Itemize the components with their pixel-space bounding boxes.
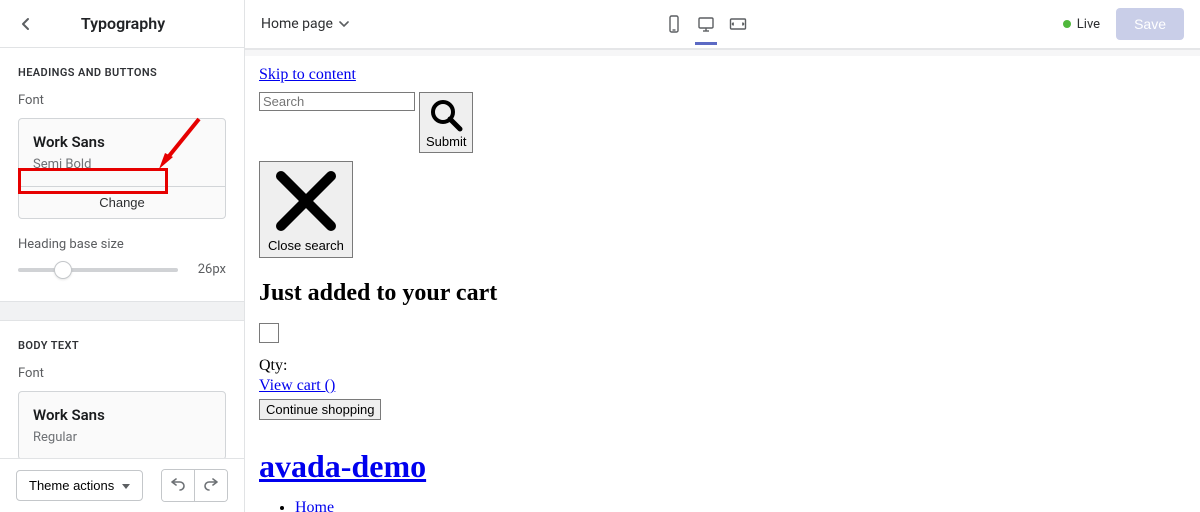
main: Home page Live <box>245 0 1200 512</box>
live-label: Live <box>1077 17 1100 32</box>
viewport-toggle <box>665 15 747 33</box>
caret-down-icon <box>122 478 130 493</box>
cart-heading: Just added to your cart <box>259 280 1186 307</box>
preview-scroller[interactable]: Skip to content Submit Close <box>245 50 1200 512</box>
save-button[interactable]: Save <box>1116 8 1184 40</box>
body-font-name: Work Sans <box>33 406 211 424</box>
undo-redo-group <box>161 469 228 502</box>
font-label-headings: Font <box>18 93 226 108</box>
body-font-weight: Regular <box>33 430 211 445</box>
headings-font-name: Work Sans <box>33 133 211 151</box>
heading-base-size-slider[interactable]: 26px <box>18 262 226 277</box>
qty-label: Qty: <box>259 357 1186 375</box>
search-input[interactable] <box>259 92 415 111</box>
submit-label: Submit <box>426 134 466 149</box>
sidebar-footer: Theme actions <box>0 458 244 512</box>
preview-area: Skip to content Submit Close <box>245 50 1200 512</box>
page-selector-label: Home page <box>261 16 333 32</box>
theme-actions-label: Theme actions <box>29 478 114 493</box>
slider-track[interactable] <box>18 268 178 272</box>
topbar: Home page Live <box>245 0 1200 50</box>
mobile-viewport-icon[interactable] <box>665 15 683 33</box>
section-label-headings: HEADINGS AND BUTTONS <box>18 66 226 79</box>
live-indicator: Live <box>1063 17 1100 32</box>
desktop-viewport-icon[interactable] <box>697 15 715 33</box>
store-name-link[interactable]: avada-demo <box>259 448 426 484</box>
sidebar-title: Typography <box>48 14 198 33</box>
close-search-button[interactable]: Close search <box>259 161 353 258</box>
nav-list: Home Catalog <box>259 499 1186 512</box>
headings-font-weight: Semi Bold <box>33 157 211 172</box>
page-selector[interactable]: Home page <box>261 16 349 32</box>
sidebar-header: Typography <box>0 0 244 48</box>
chevron-down-icon <box>339 16 349 32</box>
font-card-headings: Work Sans Semi Bold Change <box>18 118 226 219</box>
section-divider <box>0 301 244 321</box>
cart-thumbnail-placeholder <box>259 323 279 343</box>
section-label-body: BODY TEXT <box>18 339 226 352</box>
view-cart-link[interactable]: View cart () <box>259 377 335 395</box>
close-search-label: Close search <box>268 238 344 253</box>
slider-thumb[interactable] <box>54 261 72 279</box>
search-icon <box>426 97 466 133</box>
store-name: avada-demo <box>259 448 1186 485</box>
search-submit-button[interactable]: Submit <box>419 92 473 153</box>
change-font-button[interactable]: Change <box>19 187 225 218</box>
redo-button[interactable] <box>194 470 227 501</box>
nav-link-home[interactable]: Home <box>295 499 334 512</box>
font-card-body: Work Sans Regular <box>18 391 226 458</box>
continue-shopping-button[interactable]: Continue shopping <box>259 399 381 420</box>
undo-button[interactable] <box>162 470 194 501</box>
slider-value: 26px <box>190 262 226 277</box>
close-icon <box>271 166 341 236</box>
sidebar: Typography HEADINGS AND BUTTONS Font Wor… <box>0 0 245 512</box>
sidebar-scroll[interactable]: HEADINGS AND BUTTONS Font Work Sans Semi… <box>0 48 244 458</box>
preview-frame: Skip to content Submit Close <box>245 56 1200 512</box>
fullwidth-viewport-icon[interactable] <box>729 15 747 33</box>
back-icon[interactable] <box>18 16 34 32</box>
font-label-body: Font <box>18 366 226 381</box>
heading-base-size-label: Heading base size <box>18 237 226 252</box>
live-dot-icon <box>1063 20 1071 28</box>
nav-item-home: Home <box>295 499 1186 512</box>
skip-to-content-link[interactable]: Skip to content <box>259 66 356 84</box>
theme-actions-button[interactable]: Theme actions <box>16 470 143 501</box>
